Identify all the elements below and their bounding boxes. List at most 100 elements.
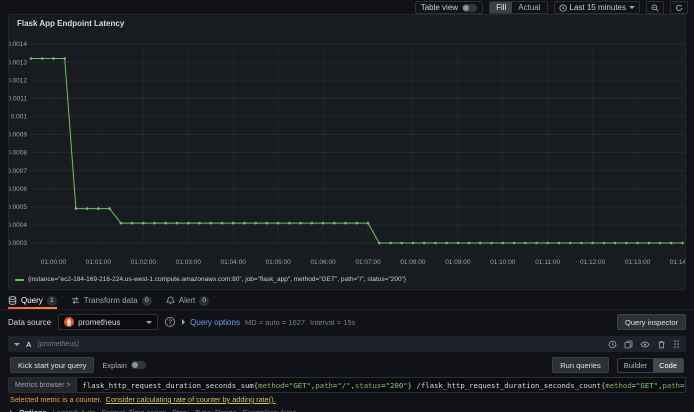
collapse-chevron-icon[interactable]: [14, 342, 20, 346]
help-icon[interactable]: ?: [165, 317, 176, 327]
svg-text:0.0008: 0.0008: [9, 150, 27, 157]
svg-text:01:06:00: 01:06:00: [310, 259, 336, 266]
interval-summary: Interval = 15s: [310, 317, 356, 327]
svg-text:01:05:00: 01:05:00: [265, 259, 291, 266]
code-button[interactable]: Code: [653, 358, 683, 372]
legend-item[interactable]: {instance="ec2-184-169-216-224.us-west-1…: [15, 276, 406, 283]
grafana-panel-edit-view: Table view Fill Actual Last 15 minutes F: [0, 0, 694, 412]
gridlines: [30, 43, 685, 244]
fill-actual-segmented: Fill Actual: [489, 1, 548, 14]
datasource-select[interactable]: prometheus: [58, 314, 159, 330]
svg-text:0.0011: 0.0011: [9, 95, 27, 102]
options-label: Options: [19, 408, 47, 412]
query-options-expander[interactable]: Query options MD = auto = 1627 Interval …: [182, 318, 355, 327]
editor-tabs: Query 1 Transform data 0 Alert 0: [0, 292, 694, 310]
transform-icon: [71, 296, 80, 305]
query-datasource-hint: (prometheus): [37, 340, 80, 348]
max-datapoints-summary: MD = auto = 1627: [244, 317, 305, 327]
magnifier-minus-icon: [651, 3, 659, 12]
table-view-group: Table view: [414, 1, 484, 14]
query-options-label: Query options: [190, 317, 240, 327]
counter-warning-row: Selected metric is a counter. Consider c…: [8, 395, 686, 404]
duplicate-icon[interactable]: [624, 340, 633, 349]
refresh-icon: [675, 4, 683, 12]
prometheus-logo-icon: [64, 317, 75, 327]
refresh-button[interactable]: [670, 1, 688, 14]
svg-text:0.0005: 0.0005: [9, 204, 27, 211]
tab-transform-count: 0: [141, 295, 152, 306]
svg-text:0.0014: 0.0014: [9, 41, 27, 48]
query-toolbar: Kick start your query Explain Run querie…: [8, 354, 686, 376]
run-queries-button[interactable]: Run queries: [552, 357, 609, 373]
explain-toggle[interactable]: [130, 361, 146, 369]
explain-label: Explain: [102, 360, 127, 370]
datasource-label: Data source: [8, 317, 52, 327]
trash-icon[interactable]: [657, 340, 666, 349]
time-range-picker[interactable]: Last 15 minutes: [553, 1, 640, 14]
query-row-header[interactable]: A (prometheus): [8, 336, 686, 352]
tab-query-count: 1: [46, 295, 57, 306]
svg-text:01:12:00: 01:12:00: [580, 259, 606, 266]
counter-warning-text: Selected metric is a counter.: [10, 395, 102, 404]
zoom-out-time-button[interactable]: [646, 1, 664, 14]
latency-chart-plot[interactable]: 0.0003 0.0004 0.0005 0.0006 0.0007 0.0008 0.00…: [9, 31, 685, 271]
builder-button[interactable]: Builder: [618, 359, 653, 372]
svg-text:01:03:00: 01:03:00: [176, 259, 202, 266]
svg-text:01:02:00: 01:02:00: [131, 259, 157, 266]
svg-text:0.0013: 0.0013: [9, 59, 27, 66]
svg-text:01:07:00: 01:07:00: [355, 259, 381, 266]
datasource-row: Data source prometheus ? Query options M…: [0, 311, 694, 333]
series-color-dash-icon: [15, 278, 24, 281]
x-axis-labels: 01:00:00 01:01:00 01:02:00 01:03:00 01:04:00…: [41, 259, 685, 266]
svg-text:01:01:00: 01:01:00: [86, 259, 112, 266]
drag-handle-icon[interactable]: [673, 339, 680, 349]
tab-alert-count: 0: [199, 295, 210, 306]
svg-text:01:13:00: 01:13:00: [625, 259, 651, 266]
svg-text:01:08:00: 01:08:00: [400, 259, 426, 266]
promql-expression-input[interactable]: flask_http_request_duration_seconds_sum{…: [76, 377, 686, 393]
svg-text:01:04:00: 01:04:00: [221, 259, 247, 266]
query-ref-id: A: [26, 339, 32, 349]
table-view-toggle[interactable]: [462, 3, 478, 12]
query-row-actions: [608, 339, 680, 349]
series-line: [31, 58, 683, 244]
datasource-selected-value: prometheus: [78, 317, 121, 327]
tab-transform-label: Transform data: [83, 296, 138, 305]
query-editor-card: A (prometheus) Kick start your query Exp…: [8, 336, 686, 412]
time-range-label: Last 15 minutes: [569, 3, 626, 12]
metrics-browser-button[interactable]: Metrics browser >: [8, 377, 77, 393]
fill-button[interactable]: Fill: [490, 2, 513, 13]
explain-group: Explain: [102, 361, 146, 370]
history-icon[interactable]: [608, 340, 617, 349]
panel-edit-toolbar: Table view Fill Actual Last 15 minutes: [0, 0, 694, 15]
svg-text:0.0009: 0.0009: [9, 132, 27, 139]
svg-text:01:09:00: 01:09:00: [445, 259, 471, 266]
tab-query[interactable]: Query 1: [8, 292, 57, 309]
tab-transform-data[interactable]: Transform data 0: [71, 292, 152, 309]
svg-text:0.001: 0.001: [11, 114, 28, 121]
tab-alert[interactable]: Alert 0: [165, 292, 210, 309]
timeseries-panel: Flask App Endpoint Latency 0.0003 0.0004 0…: [8, 14, 686, 290]
query-inspector-button[interactable]: Query inspector: [617, 314, 686, 330]
chevron-right-icon: [182, 319, 186, 325]
svg-text:0.0004: 0.0004: [9, 222, 27, 229]
panel-title: Flask App Endpoint Latency: [17, 19, 125, 28]
add-rate-hint-link[interactable]: Consider calculating rate of counter by …: [106, 395, 276, 404]
builder-code-segmented: Builder Code: [616, 357, 684, 373]
svg-text:01:10:00: 01:10:00: [490, 259, 516, 266]
clock-icon: [558, 3, 567, 12]
chevron-down-icon: [629, 6, 635, 9]
svg-text:01:14:00: 01:14:00: [670, 259, 685, 266]
options-summary: Legend: AutoFormat: Time seriesStep:Type…: [53, 408, 303, 412]
promql-editor: Metrics browser > flask_http_request_dur…: [8, 377, 686, 393]
svg-text:01:11:00: 01:11:00: [535, 259, 560, 266]
kick-start-query-button[interactable]: Kick start your query: [10, 357, 95, 373]
svg-text:0.0007: 0.0007: [9, 168, 27, 175]
actual-button[interactable]: Actual: [512, 2, 546, 13]
query-options-footer[interactable]: Options Legend: AutoFormat: Time seriesS…: [8, 408, 686, 412]
svg-text:0.0006: 0.0006: [9, 186, 27, 193]
eye-icon[interactable]: [640, 340, 650, 349]
bell-icon: [165, 296, 175, 305]
y-axis-labels: 0.0003 0.0004 0.0005 0.0006 0.0007 0.0008 0.00…: [9, 41, 27, 247]
legend-series-label: {instance="ec2-184-169-216-224.us-west-1…: [28, 276, 407, 283]
